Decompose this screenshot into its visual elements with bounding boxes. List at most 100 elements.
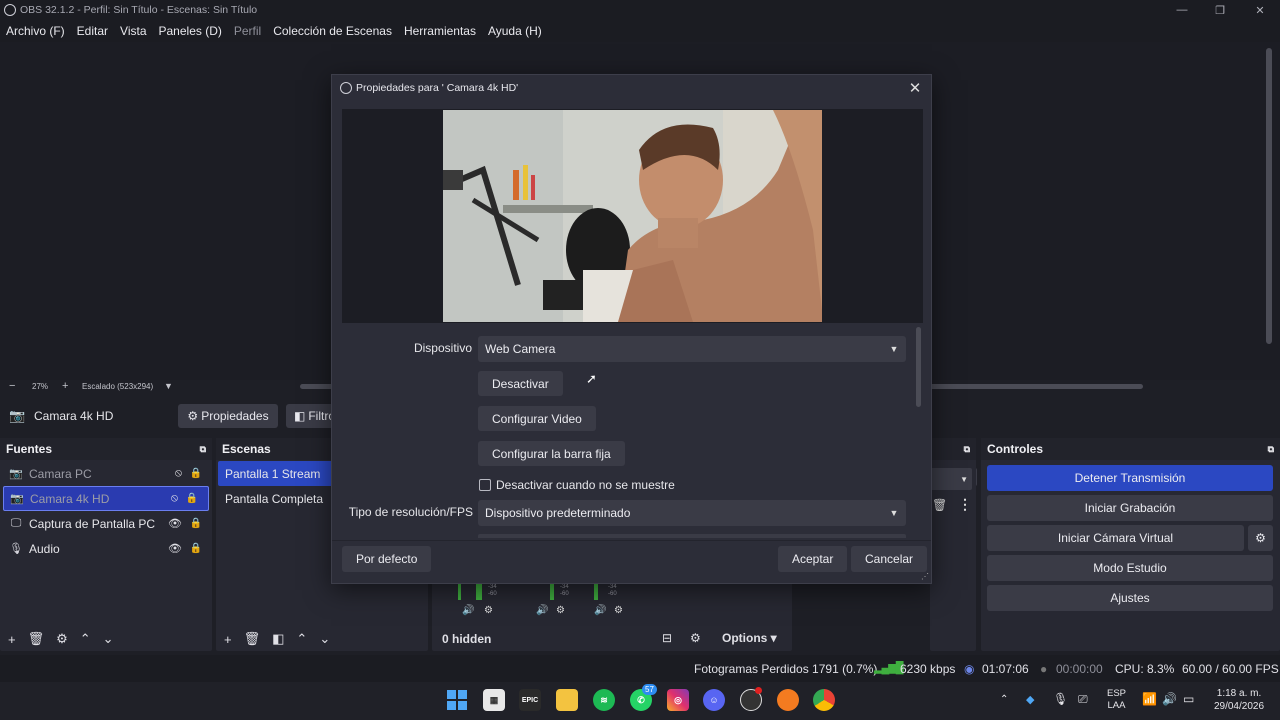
remove-scene-icon[interactable]: 🗑: [244, 631, 261, 647]
eye-icon[interactable]: 👁: [168, 542, 182, 555]
lock-icon[interactable]: 🔒: [190, 518, 202, 529]
controls-undock-icon[interactable]: ⧉: [1268, 444, 1274, 455]
move-down-icon[interactable]: ⌄: [103, 631, 114, 647]
layout-toggle-icon[interactable]: ⊟: [662, 631, 672, 645]
volume-icon[interactable]: 🔊: [462, 605, 474, 616]
volume-icon[interactable]: 🔊: [594, 605, 606, 616]
transition-delete-icon[interactable]: 🗑: [932, 498, 947, 512]
source-settings-icon[interactable]: ⚙: [56, 631, 68, 647]
properties-button[interactable]: ⚙ Propiedades: [178, 404, 278, 428]
lang-top: ESP: [1107, 688, 1127, 699]
transition-menu-icon[interactable]: ⋮: [958, 496, 972, 513]
defaults-button[interactable]: Por defecto: [342, 546, 432, 572]
meter-bar: [550, 584, 554, 600]
eye-hidden-icon[interactable]: ⦸: [175, 467, 182, 480]
speaker-icon[interactable]: 🔊: [1162, 692, 1177, 706]
resize-grip-icon[interactable]: ⋰: [921, 572, 929, 581]
scene-filters-icon[interactable]: ◧: [272, 631, 284, 647]
epic-label: EPIC: [521, 696, 539, 704]
stop-streaming-button[interactable]: Detener Transmisión: [987, 465, 1273, 491]
resolution-select[interactable]: Dispositivo predeterminado ▼: [478, 500, 906, 526]
menu-editar[interactable]: Editar: [77, 24, 108, 38]
device-select[interactable]: Web Camera ▼: [478, 336, 906, 362]
filters-button[interactable]: ◧ Filtro: [286, 404, 336, 428]
zoom-in-icon[interactable]: +: [62, 380, 68, 392]
source-item[interactable]: 📷 Camara 4k HD ⦸ 🔒: [3, 486, 209, 511]
volume-icon[interactable]: 🔊: [536, 605, 548, 616]
options-button[interactable]: Options ▾: [722, 631, 777, 645]
menu-paneles[interactable]: Paneles (D): [159, 24, 222, 38]
spotify-icon[interactable]: ≋: [593, 689, 615, 711]
mixer-gear-icon[interactable]: ⚙: [556, 605, 565, 616]
transition-dropdown-icon[interactable]: ▼: [930, 468, 972, 490]
scene-up-icon[interactable]: ⌃: [296, 631, 307, 647]
zoom-dropdown-icon[interactable]: ▼: [164, 381, 173, 391]
deactivate-button[interactable]: Desactivar: [478, 371, 563, 396]
clock[interactable]: 1:18 a. m. 29/04/2026: [1208, 687, 1270, 713]
lock-icon[interactable]: 🔒: [190, 543, 202, 554]
chrome-icon[interactable]: [813, 689, 835, 711]
start-recording-button[interactable]: Iniciar Grabación: [987, 495, 1273, 521]
store-icon[interactable]: ▦: [483, 689, 505, 711]
source-item[interactable]: 🖵 Captura de Pantalla PC 👁 🔒: [0, 511, 212, 536]
move-up-icon[interactable]: ⌃: [80, 631, 91, 647]
scene-down-icon[interactable]: ⌄: [319, 631, 330, 647]
add-scene-icon[interactable]: +: [224, 632, 232, 647]
tray-mic-icon[interactable]: 🎙: [1053, 692, 1068, 706]
battery-icon[interactable]: ▭: [1183, 692, 1194, 706]
zoom-out-icon[interactable]: −: [9, 380, 15, 392]
mixer-gear-icon[interactable]: ⚙: [484, 605, 493, 616]
tray-expand-icon[interactable]: ⌃: [1000, 694, 1008, 705]
hidden-count: 0 hidden: [442, 632, 492, 646]
close-window-icon[interactable]: ✕: [1240, 0, 1280, 20]
lock-icon[interactable]: 🔒: [186, 493, 198, 504]
settings-button[interactable]: Ajustes: [987, 585, 1273, 611]
deactivate-when-hidden-checkbox[interactable]: Desactivar cuando no se muestre: [479, 478, 675, 492]
add-source-icon[interactable]: +: [8, 632, 16, 647]
accept-button[interactable]: Aceptar: [778, 546, 848, 572]
epic-games-icon[interactable]: EPIC: [519, 689, 541, 711]
menu-vista[interactable]: Vista: [120, 24, 146, 38]
folder-icon[interactable]: [556, 689, 578, 711]
dialog-close-icon[interactable]: ✕: [905, 78, 925, 98]
tray-app-icon[interactable]: ◆: [1026, 693, 1034, 706]
resolution-label: Tipo de resolución/FPS: [348, 505, 473, 519]
wifi-icon[interactable]: 📶: [1142, 692, 1157, 706]
menu-ayuda[interactable]: Ayuda (H): [488, 24, 542, 38]
advanced-audio-icon[interactable]: ⚙: [690, 631, 701, 645]
checkbox-box[interactable]: [479, 479, 491, 491]
tray-display-icon[interactable]: ⎚: [1078, 692, 1088, 707]
discord-icon[interactable]: ☺: [703, 689, 725, 711]
menu-coleccion-escenas[interactable]: Colección de Escenas: [273, 24, 392, 38]
monitor-icon: 🖵: [10, 517, 22, 529]
configure-video-button[interactable]: Configurar Video: [478, 406, 596, 431]
mixer-gear-icon[interactable]: ⚙: [614, 605, 623, 616]
preview-vertical-scrollbar[interactable]: [1266, 48, 1272, 344]
minimize-icon[interactable]: —: [1162, 0, 1202, 20]
instagram-icon[interactable]: ◎: [667, 689, 689, 711]
scenes-footer: + 🗑 ◧ ⌃ ⌄: [216, 627, 428, 651]
source-item[interactable]: 🎙 Audio 👁 🔒: [0, 536, 212, 561]
dialog-scrollbar[interactable]: [916, 327, 921, 407]
virtual-camera-settings-icon[interactable]: ⚙: [1248, 525, 1273, 551]
windows-start-icon[interactable]: [446, 689, 468, 711]
transitions-undock-icon[interactable]: ⧉: [964, 444, 970, 455]
mouse-cursor-icon: ➚: [586, 371, 597, 386]
language-indicator[interactable]: ESP LAA: [1107, 688, 1126, 712]
eye-icon[interactable]: 👁: [168, 517, 182, 530]
menu-archivo[interactable]: Archivo (F): [6, 24, 65, 38]
meter-ticks: -34 -60: [488, 584, 497, 597]
cancel-button[interactable]: Cancelar: [851, 546, 928, 572]
eye-hidden-icon[interactable]: ⦸: [171, 492, 178, 505]
source-item[interactable]: 📷 Camara PC ⦸ 🔒: [0, 461, 212, 486]
fl-studio-icon[interactable]: [777, 689, 799, 711]
undock-icon[interactable]: ⧉: [200, 444, 206, 455]
restore-icon[interactable]: ❐: [1200, 0, 1240, 20]
remove-source-icon[interactable]: 🗑: [28, 631, 45, 647]
menu-perfil[interactable]: Perfil: [234, 24, 261, 38]
studio-mode-button[interactable]: Modo Estudio: [987, 555, 1273, 581]
lock-icon[interactable]: 🔒: [190, 468, 202, 479]
configure-crossbar-button[interactable]: Configurar la barra fija: [478, 441, 625, 466]
start-virtual-camera-button[interactable]: Iniciar Cámara Virtual: [987, 525, 1244, 551]
menu-herramientas[interactable]: Herramientas: [404, 24, 476, 38]
